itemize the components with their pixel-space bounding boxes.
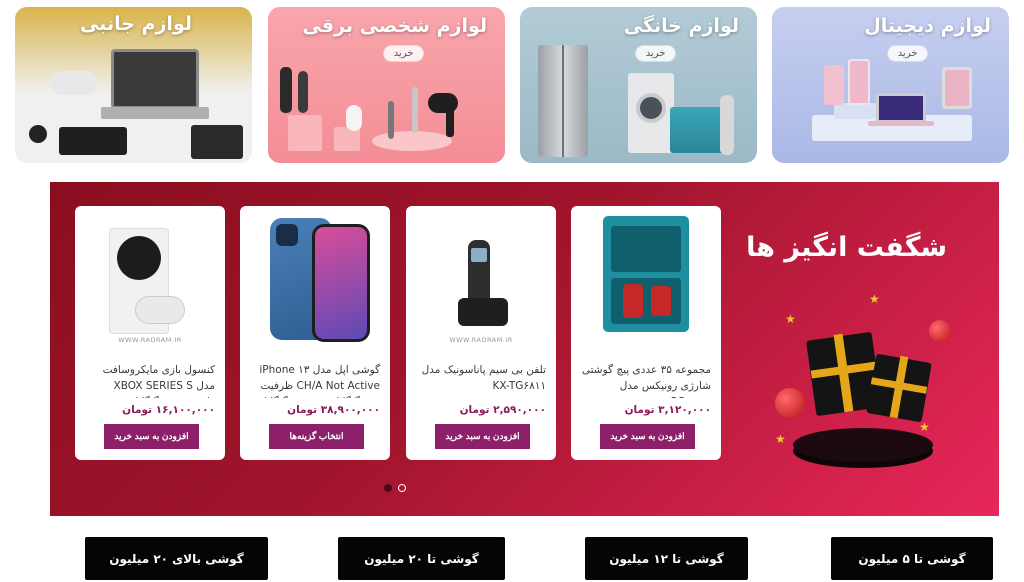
category-title: لوازم خانگی [623, 15, 739, 37]
amazing-offers-section: شگفت انگیز ها ★ ★ ★ ★ مجموعه ۳۵ عددی پیچ… [50, 182, 999, 516]
category-buy-button[interactable]: خرید [382, 45, 425, 62]
product-price: ۳۸,۹۰۰,۰۰۰ تومان [287, 404, 380, 416]
category-personal-electric[interactable]: لوازم شخصی برقی خرید [268, 7, 505, 163]
gift-boxes-illustration: ★ ★ ★ ★ [773, 292, 953, 462]
product-image[interactable] [581, 214, 711, 346]
product-price: ۳,۱۲۰,۰۰۰ تومان [624, 404, 711, 416]
price-range-buttons: گوشی تا ۵ میلیون گوشی تا ۱۲ میلیون گوشی … [0, 537, 1024, 581]
product-image[interactable] [250, 214, 380, 346]
category-home-appliances[interactable]: لوازم خانگی خرید [520, 7, 757, 163]
offers-title: شگفت انگیز ها [746, 232, 947, 263]
carousel-dot[interactable] [384, 484, 392, 492]
product-card[interactable]: مجموعه ۳۵ عددی پیچ گوشتی شارژی رونیکس مد… [571, 206, 721, 460]
range-button-20m[interactable]: گوشی تا ۲۰ میلیون [338, 537, 505, 580]
range-button-12m[interactable]: گوشی تا ۱۲ میلیون [585, 537, 748, 580]
category-buy-button[interactable]: خرید [886, 45, 929, 62]
category-banners: لوازم دیجیتال خرید لوازم خانگی خرید لواز… [15, 7, 1009, 163]
product-name[interactable]: تلفن بی سیم پاناسونیک مدل KX-TG۶۸۱۱ [414, 362, 546, 398]
category-digital[interactable]: لوازم دیجیتال خرید [772, 7, 1009, 163]
watermark: WWW.RADRAM.IR [449, 336, 513, 344]
category-title: لوازم شخصی برقی [302, 15, 487, 37]
range-button-above-20m[interactable]: گوشی بالای ۲۰ میلیون [85, 537, 268, 580]
add-to-cart-button[interactable]: افزودن به سبد خرید [435, 424, 530, 449]
category-accessories[interactable]: لوازم جانبی [15, 7, 252, 163]
product-name[interactable]: مجموعه ۳۵ عددی پیچ گوشتی شارژی رونیکس مد… [579, 362, 711, 398]
watermark: WWW.RADRAM.IR [118, 336, 182, 344]
product-price: ۱۶,۱۰۰,۰۰۰ تومان [122, 404, 215, 416]
product-image[interactable] [416, 214, 546, 346]
product-name[interactable]: گوشی اپل مدل iPhone ۱۳ CH/A Not Active ظ… [248, 362, 380, 398]
category-title: لوازم دیجیتال [864, 15, 991, 37]
add-to-cart-button[interactable]: افزودن به سبد خرید [104, 424, 199, 449]
product-card[interactable]: WWW.RADRAM.IR تلفن بی سیم پاناسونیک مدل … [406, 206, 556, 460]
range-button-5m[interactable]: گوشی تا ۵ میلیون [831, 537, 993, 580]
category-title: لوازم جانبی [80, 13, 192, 35]
product-price: ۲,۵۹۰,۰۰۰ تومان [459, 404, 546, 416]
carousel-dot[interactable] [398, 484, 406, 492]
product-name[interactable]: کنسول بازی مایکروسافت مدل XBOX SERIES S … [83, 362, 215, 398]
carousel-pagination [384, 484, 406, 492]
product-image[interactable] [85, 214, 215, 346]
select-options-button[interactable]: انتخاب گزینه‌ها [269, 424, 364, 449]
add-to-cart-button[interactable]: افزودن به سبد خرید [600, 424, 695, 449]
category-buy-button[interactable]: خرید [634, 45, 677, 62]
product-card[interactable]: گوشی اپل مدل iPhone ۱۳ CH/A Not Active ظ… [240, 206, 390, 460]
product-card[interactable]: WWW.RADRAM.IR کنسول بازی مایکروسافت مدل … [75, 206, 225, 460]
